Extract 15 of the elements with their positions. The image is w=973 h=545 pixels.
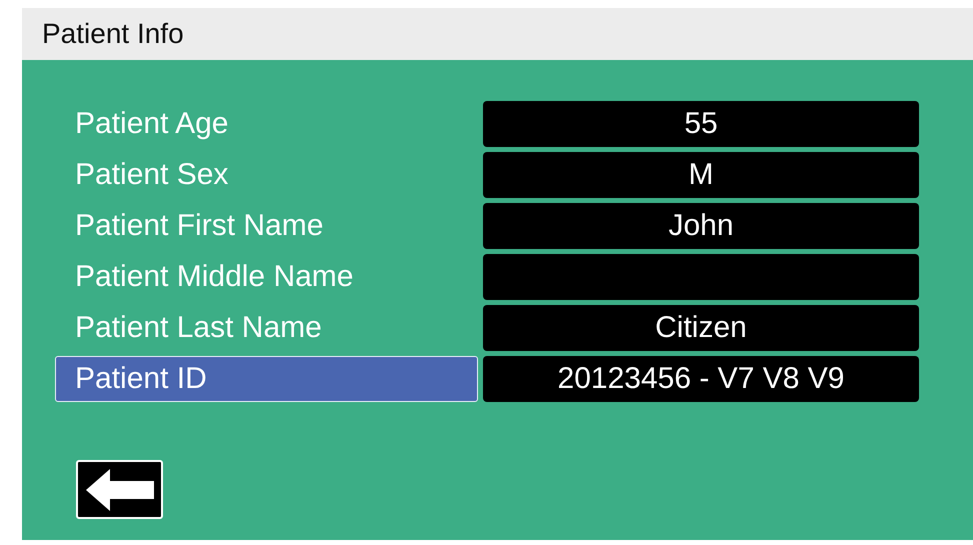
value-field[interactable]: M: [483, 152, 919, 198]
value-field[interactable]: [483, 254, 919, 300]
back-button[interactable]: [76, 460, 163, 519]
field-label[interactable]: Patient Last Name: [55, 304, 478, 350]
field-label[interactable]: Patient First Name: [55, 202, 478, 248]
field-label[interactable]: Patient Sex: [55, 152, 478, 198]
value-field[interactable]: 20123456 - V7 V8 V9: [483, 356, 919, 402]
field-label[interactable]: Patient ID: [55, 356, 478, 402]
left-arrow-icon: [86, 468, 154, 510]
value-field[interactable]: John: [483, 202, 919, 248]
value-field[interactable]: Citizen: [483, 304, 919, 350]
field-label[interactable]: Patient Age: [55, 100, 478, 146]
window-title: Patient Info: [42, 17, 184, 51]
field-label[interactable]: Patient Middle Name: [55, 254, 478, 300]
value-field[interactable]: 55: [483, 100, 919, 146]
